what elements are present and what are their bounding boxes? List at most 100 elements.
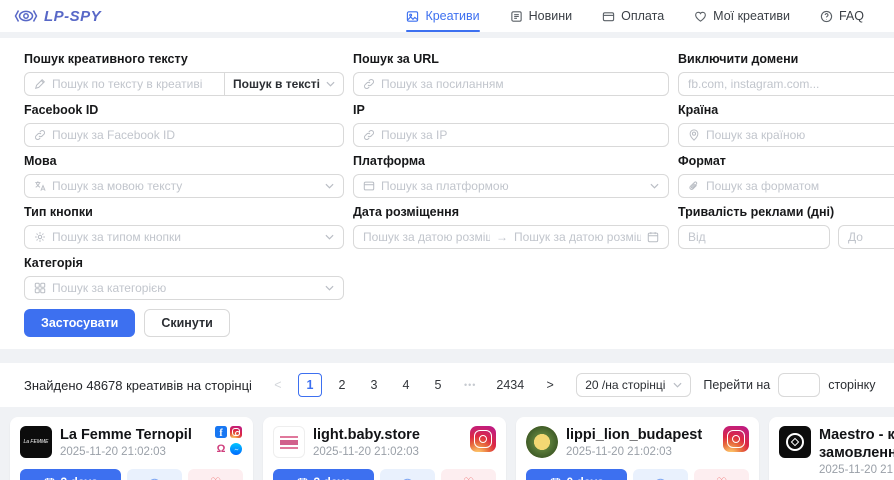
favorite-button[interactable] — [694, 469, 749, 480]
url-input[interactable] — [381, 73, 659, 95]
creative-title: La Femme Ternopil — [60, 426, 207, 444]
app-header: LP-SPY Креативи Новини — [0, 0, 894, 32]
pagination-page-4[interactable]: 4 — [394, 373, 418, 397]
date-to-placeholder[interactable]: Пошук за датою розміщення — [514, 230, 641, 244]
creative-card[interactable]: lippi_lion_budapest 2025-11-20 21:02:03 … — [516, 417, 759, 480]
results-bar: Знайдено 48678 креативів на сторінці < 1… — [0, 363, 894, 407]
text-search-mode-select[interactable]: Пошук в тексті — [225, 72, 344, 96]
goto-page-input[interactable] — [778, 373, 820, 397]
pin-icon — [688, 129, 700, 141]
creative-title-line1: Maestro - кухні, ме — [819, 426, 894, 444]
image-icon — [406, 10, 419, 23]
nav-item-news[interactable]: Новини — [510, 0, 573, 32]
pagination-page-1[interactable]: 1 — [298, 373, 322, 397]
calendar-icon — [44, 477, 55, 480]
translate-icon — [34, 180, 46, 192]
instagram-icon — [470, 426, 496, 452]
nav-item-creatives[interactable]: Креативи — [406, 0, 479, 32]
nav-item-payment[interactable]: Оплата — [602, 0, 664, 32]
view-button[interactable] — [633, 469, 688, 480]
avatar — [779, 426, 811, 458]
nav-label: FAQ — [839, 9, 864, 23]
pagination-prev-button[interactable]: < — [266, 373, 290, 397]
button-type-select[interactable] — [24, 225, 344, 249]
language-select[interactable] — [24, 174, 344, 198]
avatar: La FEMME — [20, 426, 52, 458]
apply-button[interactable]: Застосувати — [24, 309, 135, 337]
pagination-page-2[interactable]: 2 — [330, 373, 354, 397]
creative-title: light.baby.store — [313, 426, 462, 444]
days-active-button[interactable]: 3 days — [20, 469, 121, 480]
heart-icon — [694, 10, 707, 23]
category-select[interactable] — [24, 276, 344, 300]
calendar-icon — [550, 477, 561, 480]
button-type-input[interactable] — [52, 226, 319, 248]
reset-button[interactable]: Скинути — [144, 309, 229, 337]
goto-page-suffix: сторінку — [828, 378, 875, 392]
view-button[interactable] — [380, 469, 435, 480]
favorite-button[interactable] — [441, 469, 496, 480]
platform-select[interactable] — [353, 174, 669, 198]
duration-label: Тривалість реклами (дні) — [678, 205, 894, 220]
days-active-button[interactable]: 3 days — [273, 469, 374, 480]
pagination-page-5[interactable]: 5 — [426, 373, 450, 397]
creative-text-input[interactable] — [52, 73, 215, 95]
creative-card[interactable]: La FEMME La Femme Ternopil 2025-11-20 21… — [10, 417, 253, 480]
nav-item-faq[interactable]: FAQ — [820, 0, 864, 32]
chevron-down-icon — [325, 285, 334, 291]
filters-panel: Пошук креативного тексту Пошук в тексті … — [0, 38, 894, 349]
page-size-select[interactable]: 20 /на сторінці — [576, 373, 691, 397]
chevron-down-icon — [673, 382, 682, 388]
pagination-next-button[interactable]: > — [538, 373, 562, 397]
category-input[interactable] — [52, 277, 319, 299]
chevron-down-icon — [650, 183, 659, 189]
creative-card[interactable]: light.baby.store 2025-11-20 21:02:03 3 d… — [263, 417, 506, 480]
news-icon — [510, 10, 523, 23]
platform-input[interactable] — [381, 175, 644, 197]
ip-label: IP — [353, 103, 669, 118]
eye-logo-icon — [14, 8, 38, 24]
placement-date-label: Дата розміщення — [353, 205, 669, 220]
favorite-button[interactable] — [188, 469, 243, 480]
country-label: Країна — [678, 103, 894, 118]
gear-icon — [34, 231, 46, 243]
chevron-down-icon — [325, 234, 334, 240]
nav-label: Мої креативи — [713, 9, 790, 23]
days-label: 3 days — [61, 475, 98, 480]
paperclip-icon — [688, 180, 700, 192]
nav-label: Креативи — [425, 9, 479, 23]
messenger-icon — [230, 443, 242, 455]
creative-card[interactable]: Maestro - кухні, ме замовлення в Ужго 20… — [769, 417, 894, 480]
instagram-icon — [230, 426, 242, 438]
facebook-id-label: Facebook ID — [24, 103, 344, 118]
pagination-ellipsis[interactable]: ••• — [458, 373, 482, 397]
pagination-page-last[interactable]: 2434 — [490, 373, 530, 397]
brand-logo[interactable]: LP-SPY — [14, 8, 101, 25]
language-label: Мова — [24, 154, 344, 169]
language-input[interactable] — [52, 175, 319, 197]
category-label: Категорія — [24, 256, 344, 271]
window-icon — [363, 180, 375, 192]
format-input[interactable] — [706, 175, 894, 197]
instagram-icon — [723, 426, 749, 452]
creative-date: 2025-11-20 21:02:03 — [819, 464, 894, 476]
link-icon — [363, 78, 375, 90]
ip-input[interactable] — [381, 124, 659, 146]
facebook-icon — [215, 426, 227, 438]
view-button[interactable] — [127, 469, 182, 480]
country-input[interactable] — [706, 124, 894, 146]
days-active-button[interactable]: 0 days — [526, 469, 627, 480]
creative-title: lippi_lion_budapest — [566, 426, 715, 444]
found-count-text: Знайдено 48678 креативів на сторінці — [24, 378, 252, 393]
creative-date: 2025-11-20 21:02:03 — [313, 446, 462, 458]
facebook-id-input[interactable] — [52, 124, 334, 146]
date-from-placeholder[interactable]: Пошук за датою розміщення — [363, 230, 490, 244]
link-icon — [363, 129, 375, 141]
pagination-page-3[interactable]: 3 — [362, 373, 386, 397]
nav-item-my-creatives[interactable]: Мої креативи — [694, 0, 790, 32]
placement-date-range-picker[interactable]: Пошук за датою розміщення → Пошук за дат… — [353, 225, 669, 249]
duration-to-input[interactable] — [848, 226, 894, 248]
brand-name: LP-SPY — [44, 8, 101, 25]
exclude-domains-input[interactable] — [688, 73, 894, 95]
duration-from-input[interactable] — [688, 226, 820, 248]
